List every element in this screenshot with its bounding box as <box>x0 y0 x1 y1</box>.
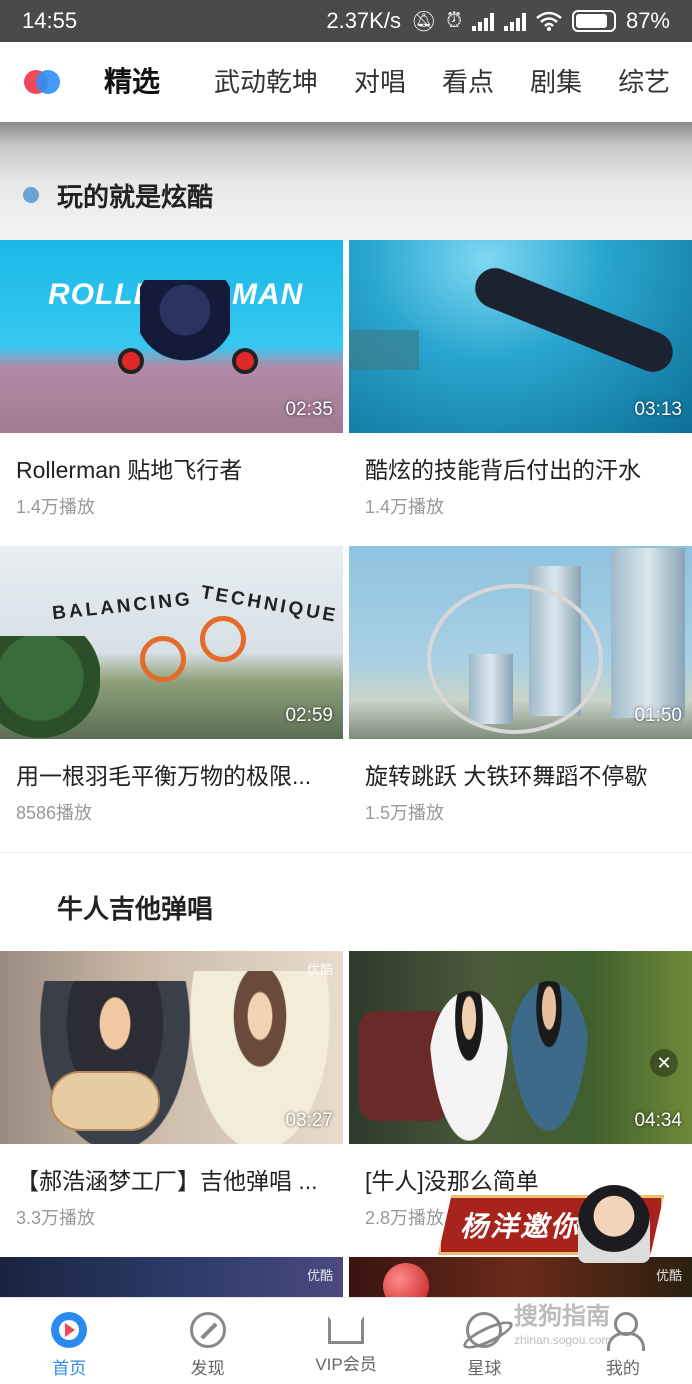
tab-label: 我的 <box>605 1359 640 1378</box>
video-duration: 02:35 <box>285 399 333 420</box>
promo-text: 杨洋邀你 <box>460 1211 581 1242</box>
signal-icon-2 <box>503 11 526 31</box>
battery-level: 87% <box>625 8 670 33</box>
watermark-url: zhinan.sogou.com <box>514 1333 612 1347</box>
thumb-text: MAN <box>232 278 304 311</box>
video-duration: 04:34 <box>634 1110 682 1131</box>
section-title: 牛人吉他弹唱 <box>57 893 214 924</box>
close-icon[interactable]: ✕ <box>650 1049 678 1077</box>
tab-vip[interactable]: VIP会员 <box>277 1298 415 1384</box>
video-title[interactable]: 旋转跳跃 大铁环舞蹈不停歇 <box>349 739 692 791</box>
tab-series[interactable]: 剧集 <box>512 42 600 122</box>
tab-wudong[interactable]: 武动乾坤 <box>196 42 336 122</box>
play-count: 1.4万播放 <box>365 497 445 517</box>
compass-icon <box>189 1312 226 1348</box>
planet-icon <box>466 1312 503 1348</box>
section-dot-icon <box>23 187 39 203</box>
alarm-icon: ⏰︎ <box>446 9 462 32</box>
video-thumbnail[interactable]: BALANCING TECHNIQUE 02:59 <box>0 546 343 739</box>
video-thumbnail[interactable]: 01:50 <box>349 546 692 739</box>
video-thumbnail[interactable]: 优酷 <box>349 1257 692 1297</box>
video-title[interactable]: 【郝浩涵梦工厂】吉他弹唱 ... <box>0 1144 343 1196</box>
video-thumbnail[interactable]: ✕ 04:34 <box>349 951 692 1144</box>
mute-bell-icon: 🔕︎ <box>410 10 437 33</box>
tab-label: 发现 <box>190 1359 225 1378</box>
video-title[interactable]: 酷炫的技能背后付出的汗水 <box>349 433 692 485</box>
youku-watermark: 优酷 <box>306 1268 333 1283</box>
app-logo[interactable] <box>0 42 76 122</box>
category-tabs: 精选 武动乾坤 对唱 看点 剧集 综艺 <box>76 42 688 122</box>
signal-icon <box>471 11 494 31</box>
video-card[interactable]: 优酷 03:27 【郝浩涵梦工厂】吉他弹唱 ... 3.3万播放 <box>0 951 343 1257</box>
tab-label: 首页 <box>52 1359 87 1378</box>
video-card[interactable]: 优酷 <box>349 1257 692 1297</box>
tab-highlights[interactable]: 看点 <box>424 42 512 122</box>
watermark-name: 搜狗指南 <box>514 1303 610 1330</box>
status-icons: 2.37K/s 🔕︎ ⏰︎ 87% <box>326 8 670 34</box>
promo-banner[interactable]: 杨洋邀你 <box>438 1185 664 1263</box>
tab-variety[interactable]: 综艺 <box>600 42 688 122</box>
video-thumbnail[interactable]: 优酷 <box>0 1257 343 1297</box>
play-count: 1.4万播放 <box>16 497 96 517</box>
net-speed: 2.37K/s <box>326 8 401 33</box>
video-grid: ROLLER MAN 02:35 Rollerman 贴地飞行者 1.4万播放 … <box>0 240 692 546</box>
tab-discover[interactable]: 发现 <box>138 1298 276 1384</box>
tab-featured[interactable]: 精选 <box>76 42 196 122</box>
video-duration: 03:13 <box>634 399 682 420</box>
sogou-watermark: 搜狗指南 zhinan.sogou.com <box>514 1296 611 1347</box>
wifi-icon <box>536 11 562 31</box>
top-nav: 精选 武动乾坤 对唱 看点 剧集 综艺 <box>0 42 692 122</box>
youku-watermark: 优酷 <box>655 1268 682 1283</box>
video-grid: BALANCING TECHNIQUE 02:59 用一根羽毛平衡万物的极限..… <box>0 546 692 852</box>
section-divider <box>0 852 692 853</box>
video-title[interactable]: Rollerman 贴地飞行者 <box>0 433 343 485</box>
tab-label: VIP会员 <box>315 1355 377 1374</box>
promo-avatar <box>578 1185 650 1263</box>
play-count: 3.3万播放 <box>16 1208 96 1228</box>
tab-label: 星球 <box>467 1359 502 1378</box>
tab-home[interactable]: 首页 <box>0 1298 138 1384</box>
video-thumbnail[interactable]: ROLLER MAN 02:35 <box>0 240 343 433</box>
status-bar: 14:55 2.37K/s 🔕︎ ⏰︎ 87% <box>0 0 692 42</box>
video-thumbnail[interactable]: 03:13 <box>349 240 692 433</box>
video-card[interactable]: ROLLER MAN 02:35 Rollerman 贴地飞行者 1.4万播放 <box>0 240 343 546</box>
video-duration: 03:27 <box>285 1110 333 1131</box>
battery-icon <box>571 10 616 32</box>
tab-duet[interactable]: 对唱 <box>336 42 424 122</box>
video-duration: 02:59 <box>285 705 333 726</box>
video-grid: 优酷 优酷 <box>0 1257 692 1297</box>
crown-icon <box>328 1316 365 1344</box>
video-card[interactable]: 优酷 <box>0 1257 343 1297</box>
play-count: 8586播放 <box>16 803 93 823</box>
home-play-icon <box>51 1312 88 1348</box>
play-count: 1.5万播放 <box>365 803 445 823</box>
video-duration: 01:50 <box>634 705 682 726</box>
video-card[interactable]: 01:50 旋转跳跃 大铁环舞蹈不停歇 1.5万播放 <box>349 546 692 852</box>
section-header: 玩的就是炫酷 <box>0 150 692 240</box>
video-card[interactable]: BALANCING TECHNIQUE 02:59 用一根羽毛平衡万物的极限..… <box>0 546 343 852</box>
youku-watermark: 优酷 <box>306 962 333 977</box>
status-time: 14:55 <box>22 8 78 33</box>
section-header: 牛人吉他弹唱 <box>0 862 692 952</box>
video-title[interactable]: 用一根羽毛平衡万物的极限... <box>0 739 343 791</box>
section-title: 玩的就是炫酷 <box>57 181 214 212</box>
video-card[interactable]: 03:13 酷炫的技能背后付出的汗水 1.4万播放 <box>349 240 692 546</box>
video-thumbnail[interactable]: 优酷 03:27 <box>0 951 343 1144</box>
